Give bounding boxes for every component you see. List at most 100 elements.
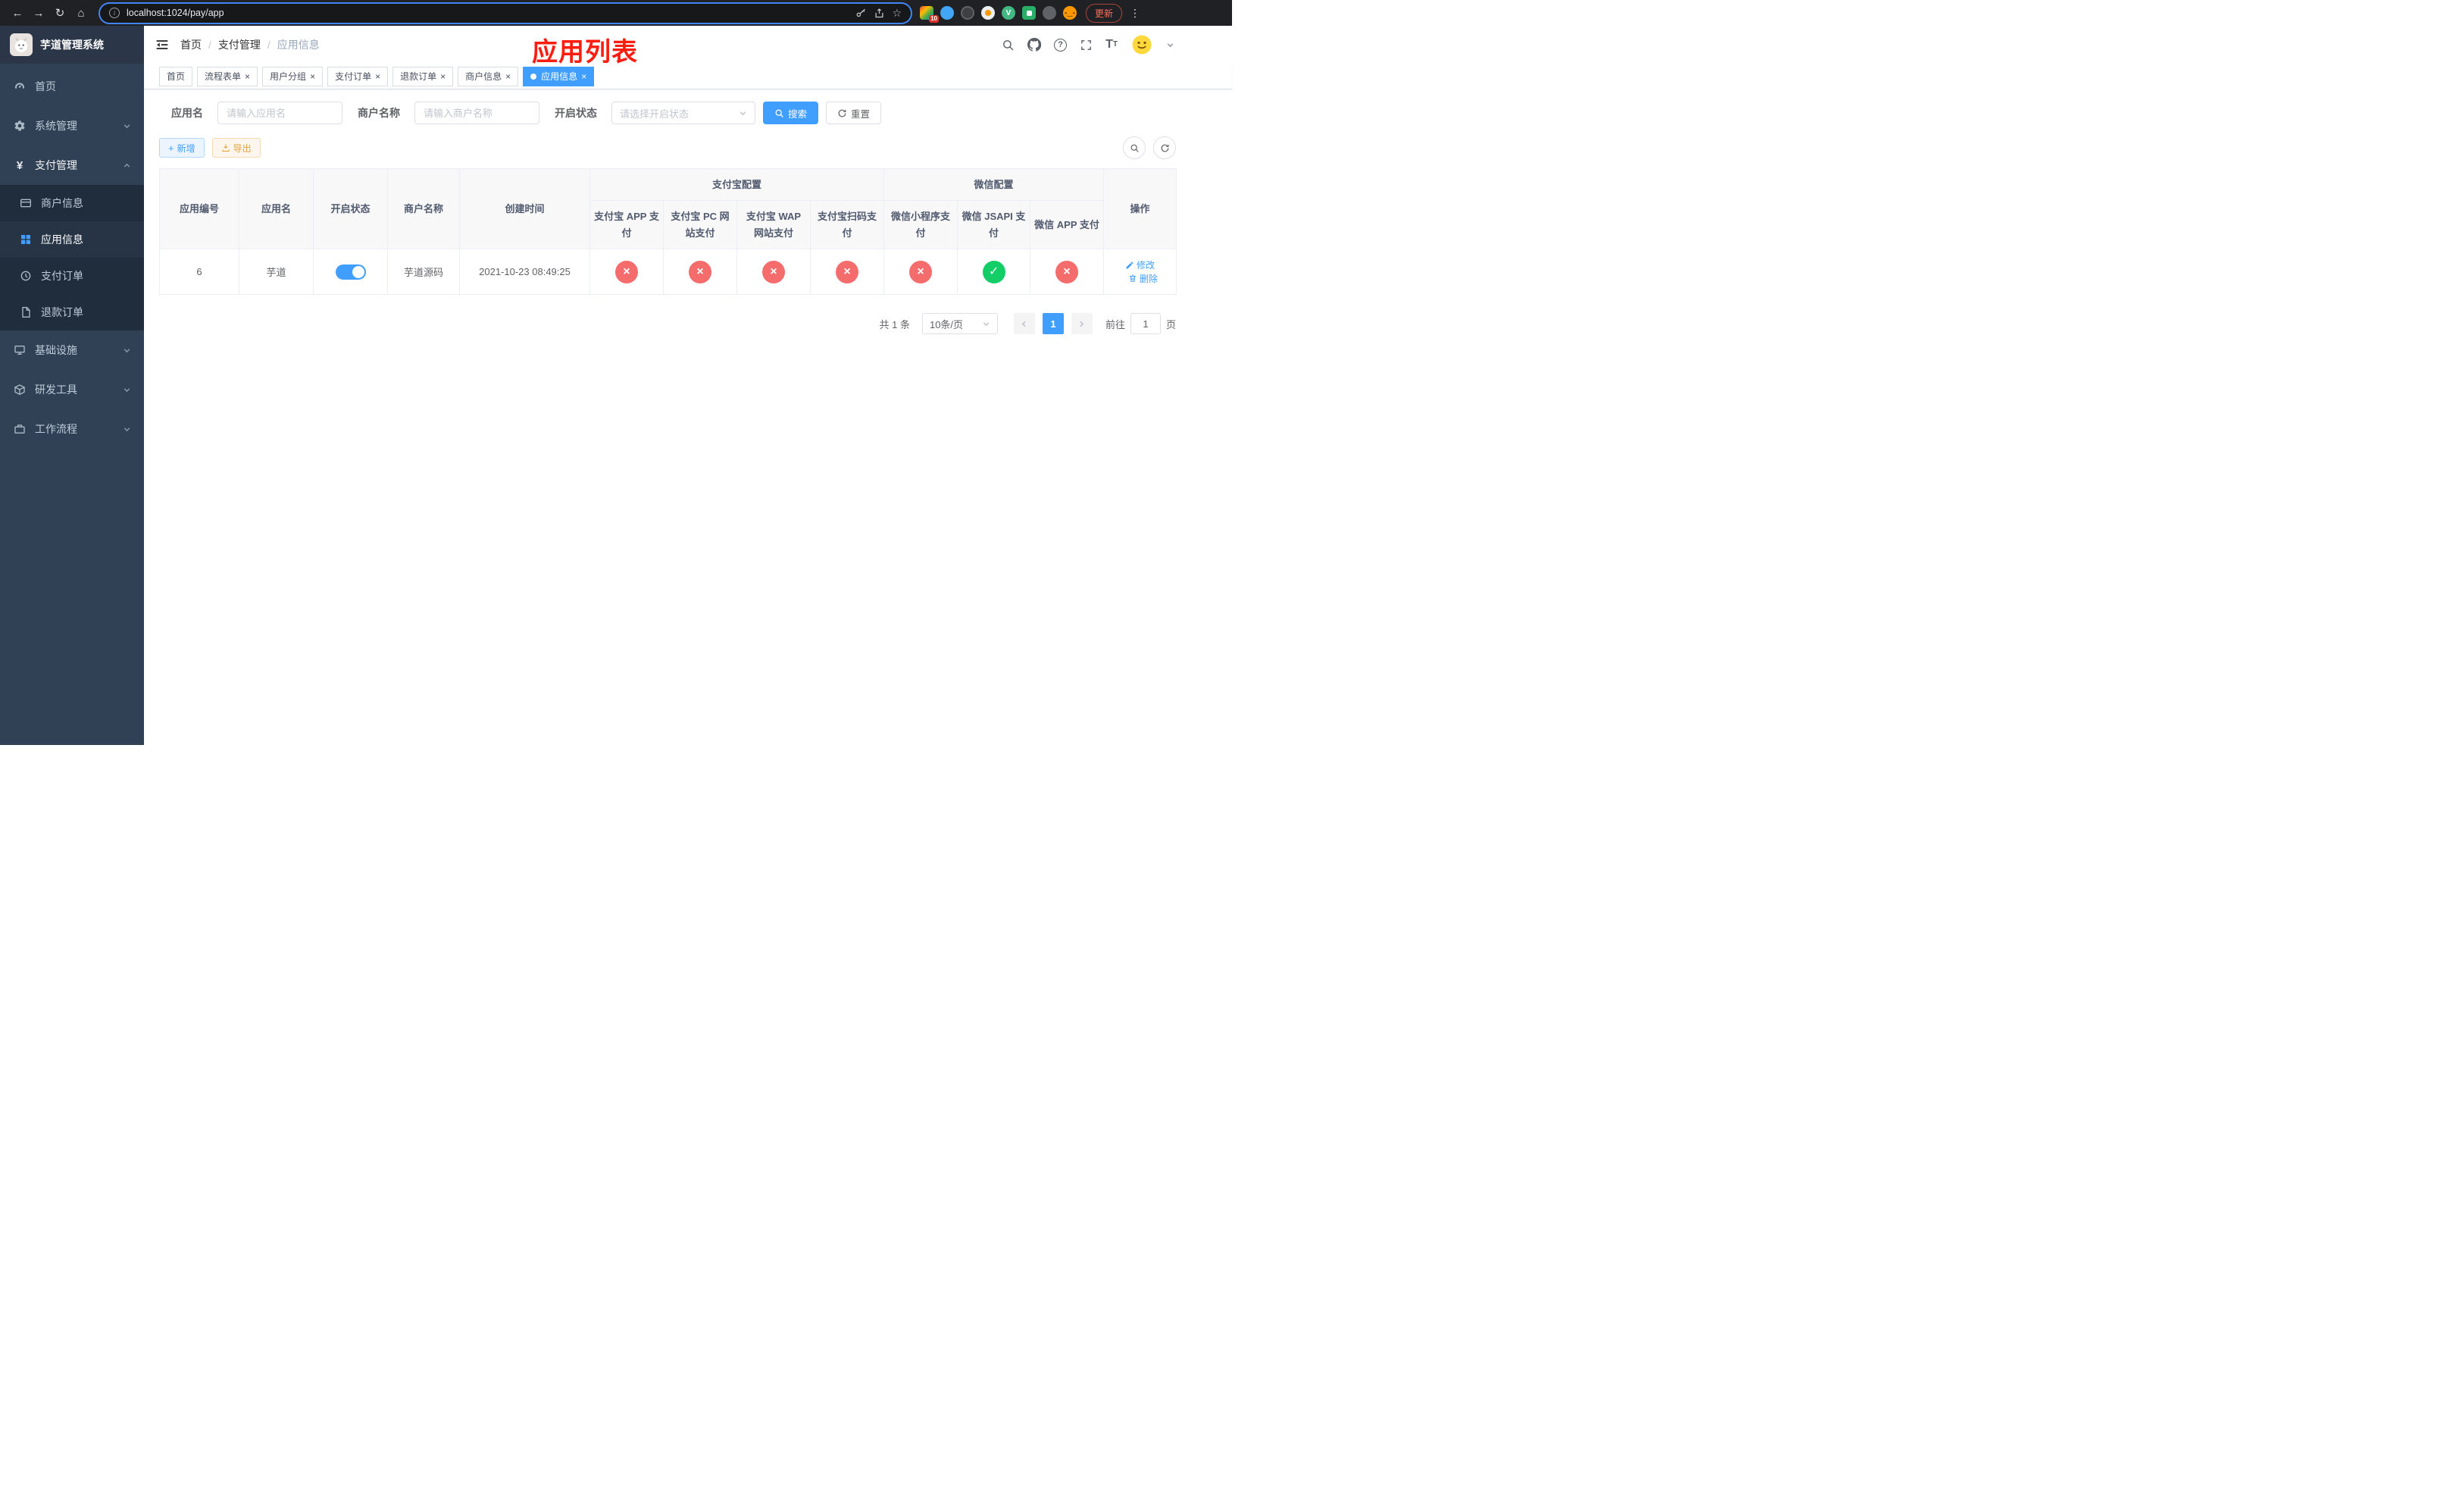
tab-pay-order[interactable]: 支付订单 × [327,66,389,86]
sidebar-item-merchant-info[interactable]: 商户信息 [0,185,144,221]
edit-button[interactable]: 修改 [1125,258,1155,271]
sidebar-item-label: 支付管理 [35,159,77,171]
col-header-merchant: 商户名称 [387,167,460,250]
next-page-button[interactable] [1071,313,1093,335]
close-icon[interactable]: × [581,72,586,81]
page-number-button[interactable]: 1 [1042,313,1064,335]
goto-page-input[interactable] [1130,313,1161,335]
trash-icon [1130,274,1137,283]
search-button[interactable]: 搜索 [763,102,819,124]
breadcrumb-section[interactable]: 支付管理 [218,37,261,52]
page-size-select[interactable]: 10条/页 [921,313,998,335]
extensions-area: 10 V •‿• [920,6,1077,23]
breadcrumb-home[interactable]: 首页 [180,37,202,52]
sidebar-item-system[interactable]: 系统管理 [0,106,144,146]
sidebar-item-dev-tools[interactable]: 研发工具 [0,370,144,409]
extension-icon-3[interactable] [961,6,974,20]
table-toolbar: + 新增 导出 [159,136,1176,159]
tab-app-info[interactable]: 应用信息 × [523,66,595,86]
close-icon[interactable]: × [245,72,250,81]
document-icon [19,306,33,318]
chevron-up-icon [123,161,131,170]
col-header-ops: 操作 [1103,167,1177,250]
pagination: 共 1 条 10条/页 1 前往 页 [159,313,1176,335]
reset-button[interactable]: 重置 [826,102,882,124]
font-size-icon[interactable]: TT [1105,39,1118,51]
refresh-button[interactable] [1153,136,1176,159]
fullscreen-icon[interactable] [1080,39,1093,52]
sidebar-item-label: 支付订单 [41,270,83,282]
help-icon[interactable]: ? [1054,38,1068,52]
cell-app-id: 6 [159,249,239,296]
tab-home[interactable]: 首页 [159,66,193,86]
tab-process-form[interactable]: 流程表单 × [197,66,258,86]
extension-icon-5[interactable]: V [1002,6,1015,20]
share-icon[interactable] [874,8,885,19]
sidebar-item-label: 工作流程 [35,423,77,435]
close-icon[interactable]: × [310,72,315,81]
browser-update-button[interactable]: 更新 [1086,3,1123,23]
extension-icon-6[interactable] [1022,6,1036,20]
reload-icon[interactable]: ↻ [50,3,70,23]
app-name-input[interactable] [217,102,342,124]
clock-icon [19,270,33,282]
site-info-icon[interactable]: i [109,8,120,18]
delete-button[interactable]: 删除 [1128,272,1158,285]
monitor-icon [13,344,27,356]
prev-page-button[interactable] [1013,313,1035,335]
goto-label: 前往 [1105,318,1125,330]
sidebar-item-refund-order[interactable]: 退款订单 [0,294,144,330]
github-icon[interactable] [1027,38,1042,52]
sidebar-item-pay[interactable]: ¥ 支付管理 [0,146,144,185]
logo-avatar [10,33,33,56]
tab-user-group[interactable]: 用户分组 × [262,66,324,86]
close-icon[interactable]: × [505,72,511,81]
extension-icon-4[interactable] [981,6,995,20]
user-avatar[interactable] [1130,33,1153,56]
page-unit-label: 页 [1165,318,1176,330]
sidebar-item-label: 研发工具 [35,383,77,396]
briefcase-icon [13,423,27,435]
add-button[interactable]: + 新增 [159,138,205,158]
wechat-app-status-icon: × [1055,260,1079,283]
extension-icon-2[interactable] [940,6,954,20]
close-icon[interactable]: × [440,72,446,81]
close-icon[interactable]: × [375,72,380,81]
search-icon[interactable] [1002,39,1015,52]
extension-icon-7[interactable] [1043,6,1056,20]
sidebar-item-workflow[interactable]: 工作流程 [0,409,144,449]
bookmark-star-icon[interactable]: ☆ [892,7,902,20]
sidebar-item-infrastructure[interactable]: 基础设施 [0,330,144,370]
breadcrumb-separator: / [208,39,211,51]
edit-pen-icon [1126,261,1134,269]
tab-refund-order[interactable]: 退款订单 × [392,66,454,86]
merchant-name-input[interactable] [414,102,539,124]
user-menu-caret-icon[interactable] [1166,41,1174,49]
alipay-qr-status-icon: × [836,260,858,283]
sidebar-item-pay-order[interactable]: 支付订单 [0,258,144,294]
col-header-name: 应用名 [239,167,314,250]
tab-merchant-info[interactable]: 商户信息 × [458,66,519,86]
sidebar-item-home[interactable]: 首页 [0,67,144,106]
export-button[interactable]: 导出 [211,138,261,158]
url-text: localhost:1024/pay/app [127,8,224,18]
extension-icon-1[interactable]: 10 [920,6,939,23]
header-actions: ? TT [1002,33,1174,56]
toggle-search-button[interactable] [1123,136,1146,159]
status-select[interactable]: 请选择开启状态 [611,102,755,124]
sidebar-toggle-icon[interactable] [155,37,170,52]
sidebar-item-app-info[interactable]: 应用信息 [0,221,144,258]
password-key-icon[interactable] [855,8,867,19]
wechat-lite-status-icon: × [909,260,933,283]
back-icon[interactable]: ← [8,3,27,23]
extension-icon-8[interactable]: •‿• [1063,6,1077,20]
sidebar-item-label: 系统管理 [35,120,77,132]
browser-menu-icon[interactable]: ⋮ [1130,7,1140,20]
alipay-pc-status-icon: × [689,260,711,283]
home-icon[interactable]: ⌂ [71,3,91,23]
extension-badge: 10 [929,15,939,23]
chevron-down-icon [123,425,131,434]
address-bar[interactable]: i localhost:1024/pay/app ☆ [100,3,911,23]
status-toggle[interactable] [335,264,366,280]
forward-icon[interactable]: → [29,3,48,23]
